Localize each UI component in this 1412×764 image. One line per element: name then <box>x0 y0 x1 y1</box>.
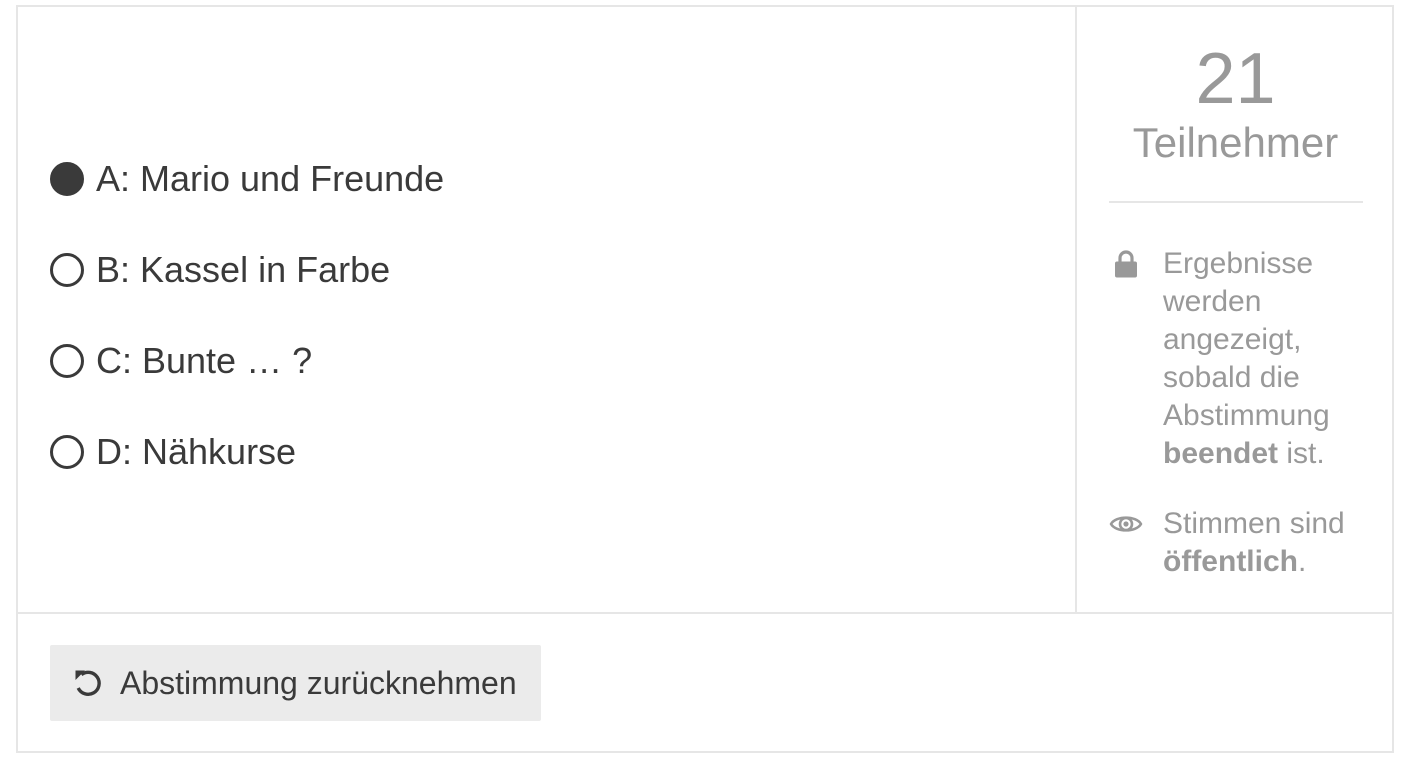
radio-unchecked-icon[interactable] <box>50 344 84 378</box>
participant-label: Teilnehmer <box>1132 119 1339 166</box>
eye-icon <box>1109 516 1143 532</box>
poll-option-label: C: Bunte … ? <box>96 340 313 381</box>
poll-option-a[interactable]: A: Mario und Freunde <box>50 158 445 199</box>
poll-footer: Abstimmung zurücknehmen <box>50 645 541 721</box>
participant-count: 21 <box>1195 39 1276 119</box>
radio-unchecked-icon[interactable] <box>50 253 84 287</box>
results-emphasis: beendet <box>1163 437 1279 470</box>
results-text-end: ist. <box>1286 437 1325 470</box>
lock-icon <box>1115 250 1137 278</box>
poll-widget: A: Mario und Freunde B: Kassel in Farbe … <box>16 5 1394 753</box>
visibility-emphasis: öffentlich <box>1163 545 1298 578</box>
results-info-text: Ergebnisse werden angezeigt, sobald die … <box>1163 245 1373 473</box>
poll-body: A: Mario und Freunde B: Kassel in Farbe … <box>18 7 1392 614</box>
visibility-text: Stimmen sind <box>1163 507 1345 540</box>
poll-option-label: B: Kassel in Farbe <box>96 249 391 290</box>
poll-option-d[interactable]: D: Nähkurse <box>50 431 297 472</box>
retract-vote-button[interactable]: Abstimmung zurücknehmen <box>50 645 541 721</box>
radio-checked-icon[interactable] <box>50 162 84 196</box>
results-text: Ergebnisse werden angezeigt, sobald die … <box>1163 247 1330 432</box>
visibility-text-end: . <box>1298 545 1307 578</box>
poll-sidebar: 21 Teilnehmer Ergebnisse werden angezeig… <box>1075 7 1394 612</box>
poll-option-b[interactable]: B: Kassel in Farbe <box>50 249 391 290</box>
sidebar-divider <box>1109 201 1363 203</box>
radio-unchecked-icon[interactable] <box>50 435 84 469</box>
poll-option-c[interactable]: C: Bunte … ? <box>50 340 313 381</box>
retract-button-label: Abstimmung zurücknehmen <box>120 664 517 701</box>
poll-option-label: A: Mario und Freunde <box>96 158 445 199</box>
visibility-info-text: Stimmen sind öffentlich. <box>1163 505 1373 581</box>
poll-option-label: D: Nähkurse <box>96 431 297 472</box>
poll-options: A: Mario und Freunde B: Kassel in Farbe … <box>18 7 1075 612</box>
undo-icon <box>75 670 101 696</box>
